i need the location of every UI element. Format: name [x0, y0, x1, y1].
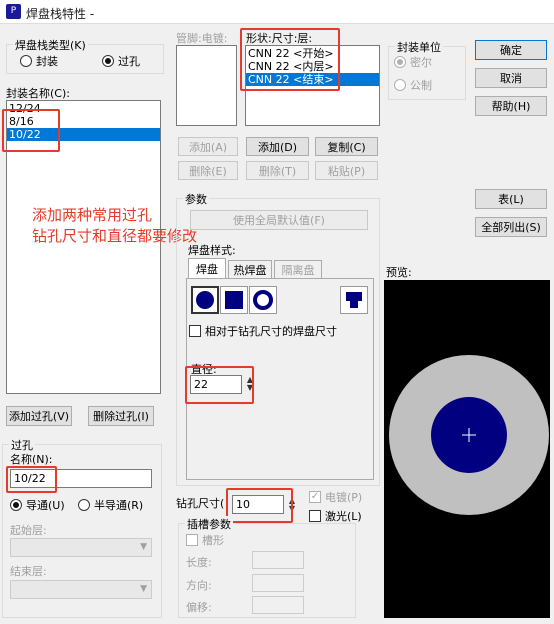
copy-c-button[interactable]: 复制(C) — [315, 137, 378, 156]
slot-offset-label: 偏移: — [186, 601, 212, 614]
slot-check[interactable]: 槽形 — [186, 532, 224, 548]
end-layer-label: 结束层: — [10, 565, 47, 578]
annotation-box-pkg-list — [2, 109, 60, 152]
preview-label: 预览: — [386, 266, 412, 279]
pad-style-label: 焊盘样式: — [188, 244, 236, 257]
radio-partial-dot[interactable] — [78, 499, 90, 511]
app-icon: P — [6, 4, 21, 19]
square-icon — [225, 291, 243, 309]
laser-label: 激光(L) — [325, 510, 362, 523]
annotation-box-shape-list — [240, 28, 340, 91]
slot-params-label: 插槽参数 — [185, 516, 233, 532]
radio-via[interactable]: 过孔 — [102, 53, 140, 69]
radio-mil-dot[interactable] — [394, 56, 406, 68]
table-button[interactable]: 表(L) — [475, 189, 547, 209]
delete-e-button[interactable]: 删除(E) — [178, 161, 238, 180]
annotation-box-drill-size — [226, 488, 293, 523]
radio-metric-dot[interactable] — [394, 79, 406, 91]
square-shape-button[interactable] — [220, 286, 248, 314]
params-label: 参数 — [183, 191, 209, 207]
radio-partial[interactable]: 半导通(R) — [78, 497, 143, 513]
start-layer-label: 起始层: — [10, 524, 47, 537]
slot-direction-label: 方向: — [186, 579, 212, 592]
slot-checkbox[interactable] — [186, 534, 198, 546]
radio-through-label: 导通(U) — [26, 499, 65, 512]
stack-type-label: 焊盘栈类型(K) — [13, 37, 88, 53]
pkg-list-label: 封装名称(C): — [6, 87, 70, 100]
delete-t-button[interactable]: 删除(T) — [246, 161, 309, 180]
circle-icon — [196, 291, 214, 309]
relative-size-check[interactable]: 相对于钻孔尺寸的焊盘尺寸 — [189, 323, 337, 339]
window-title: 焊盘栈特性 - — [26, 7, 95, 21]
radio-through-dot[interactable] — [10, 499, 22, 511]
slot-label: 槽形 — [202, 534, 224, 547]
chevron-down-icon: ▼ — [140, 584, 147, 594]
plated-checkbox[interactable]: ✓ — [309, 491, 321, 503]
use-global-defaults-button[interactable]: 使用全局默认值(F) — [190, 210, 368, 230]
custom-pad-icon — [346, 292, 362, 308]
ok-button[interactable]: 确定 — [475, 40, 547, 60]
custom-shape-button[interactable] — [340, 286, 368, 314]
annotation-note-line2: 钻孔尺寸和直径都要修改 — [32, 227, 198, 245]
slot-length-input[interactable] — [252, 551, 304, 569]
slot-length-label: 长度: — [186, 556, 212, 569]
radio-partial-label: 半导通(R) — [94, 499, 144, 512]
drill-size-label: 钻孔尺寸( — [176, 497, 225, 510]
radio-package-label: 封装 — [36, 55, 58, 68]
tab-pad[interactable]: 焊盘 — [188, 258, 226, 278]
radio-mil[interactable]: 密尔 — [394, 54, 432, 70]
add-a-button[interactable]: 添加(A) — [178, 137, 238, 156]
delete-via-button[interactable]: 删除过孔(I) — [88, 406, 154, 426]
radio-metric-label: 公制 — [410, 79, 432, 92]
pad-preview — [389, 355, 549, 515]
add-via-button[interactable]: 添加过孔(V) — [6, 406, 72, 426]
plated-label: 电镀(P) — [325, 491, 363, 504]
title-bar: P 焊盘栈特性 - — [0, 0, 554, 24]
annotation-box-diameter — [185, 366, 254, 404]
radio-via-label: 过孔 — [118, 55, 140, 68]
help-button[interactable]: 帮助(H) — [475, 96, 547, 116]
list-all-button[interactable]: 全部列出(S) — [475, 217, 547, 237]
radio-mil-label: 密尔 — [410, 56, 432, 69]
via-name-label: 名称(N): — [10, 453, 53, 466]
tab-antipad[interactable]: 隔离盘 — [274, 260, 322, 278]
cancel-button[interactable]: 取消 — [475, 68, 547, 88]
preview-canvas — [384, 280, 550, 618]
radio-through[interactable]: 导通(U) — [10, 497, 65, 513]
start-layer-select[interactable]: ▼ — [10, 538, 152, 557]
end-layer-select[interactable]: ▼ — [10, 580, 152, 599]
pin-list[interactable] — [176, 45, 237, 126]
slot-offset-input[interactable] — [252, 596, 304, 614]
radio-package-dot[interactable] — [20, 55, 32, 67]
laser-checkbox[interactable] — [309, 510, 321, 522]
slot-direction-input[interactable] — [252, 574, 304, 592]
annotation-box-via-name — [6, 466, 57, 493]
ring-icon — [253, 290, 273, 310]
pkg-unit-label: 封装单位 — [395, 39, 443, 55]
round-shape-button[interactable] — [191, 286, 219, 314]
chevron-down-icon: ▼ — [140, 542, 147, 552]
radio-metric[interactable]: 公制 — [394, 77, 432, 93]
relative-size-label: 相对于钻孔尺寸的焊盘尺寸 — [205, 325, 337, 338]
annular-shape-button[interactable] — [249, 286, 277, 314]
annotation-note-line1: 添加两种常用过孔 — [32, 206, 153, 224]
laser-check[interactable]: 激光(L) — [309, 508, 362, 524]
pin-label: 管脚:电镀: — [176, 32, 228, 45]
paste-p-button[interactable]: 粘贴(P) — [315, 161, 378, 180]
plated-check[interactable]: ✓ 电镀(P) — [309, 489, 362, 505]
relative-size-checkbox[interactable] — [189, 325, 201, 337]
radio-package[interactable]: 封装 — [20, 53, 58, 69]
tab-thermal[interactable]: 热焊盘 — [228, 260, 272, 278]
add-d-button[interactable]: 添加(D) — [246, 137, 309, 156]
radio-via-dot[interactable] — [102, 55, 114, 67]
